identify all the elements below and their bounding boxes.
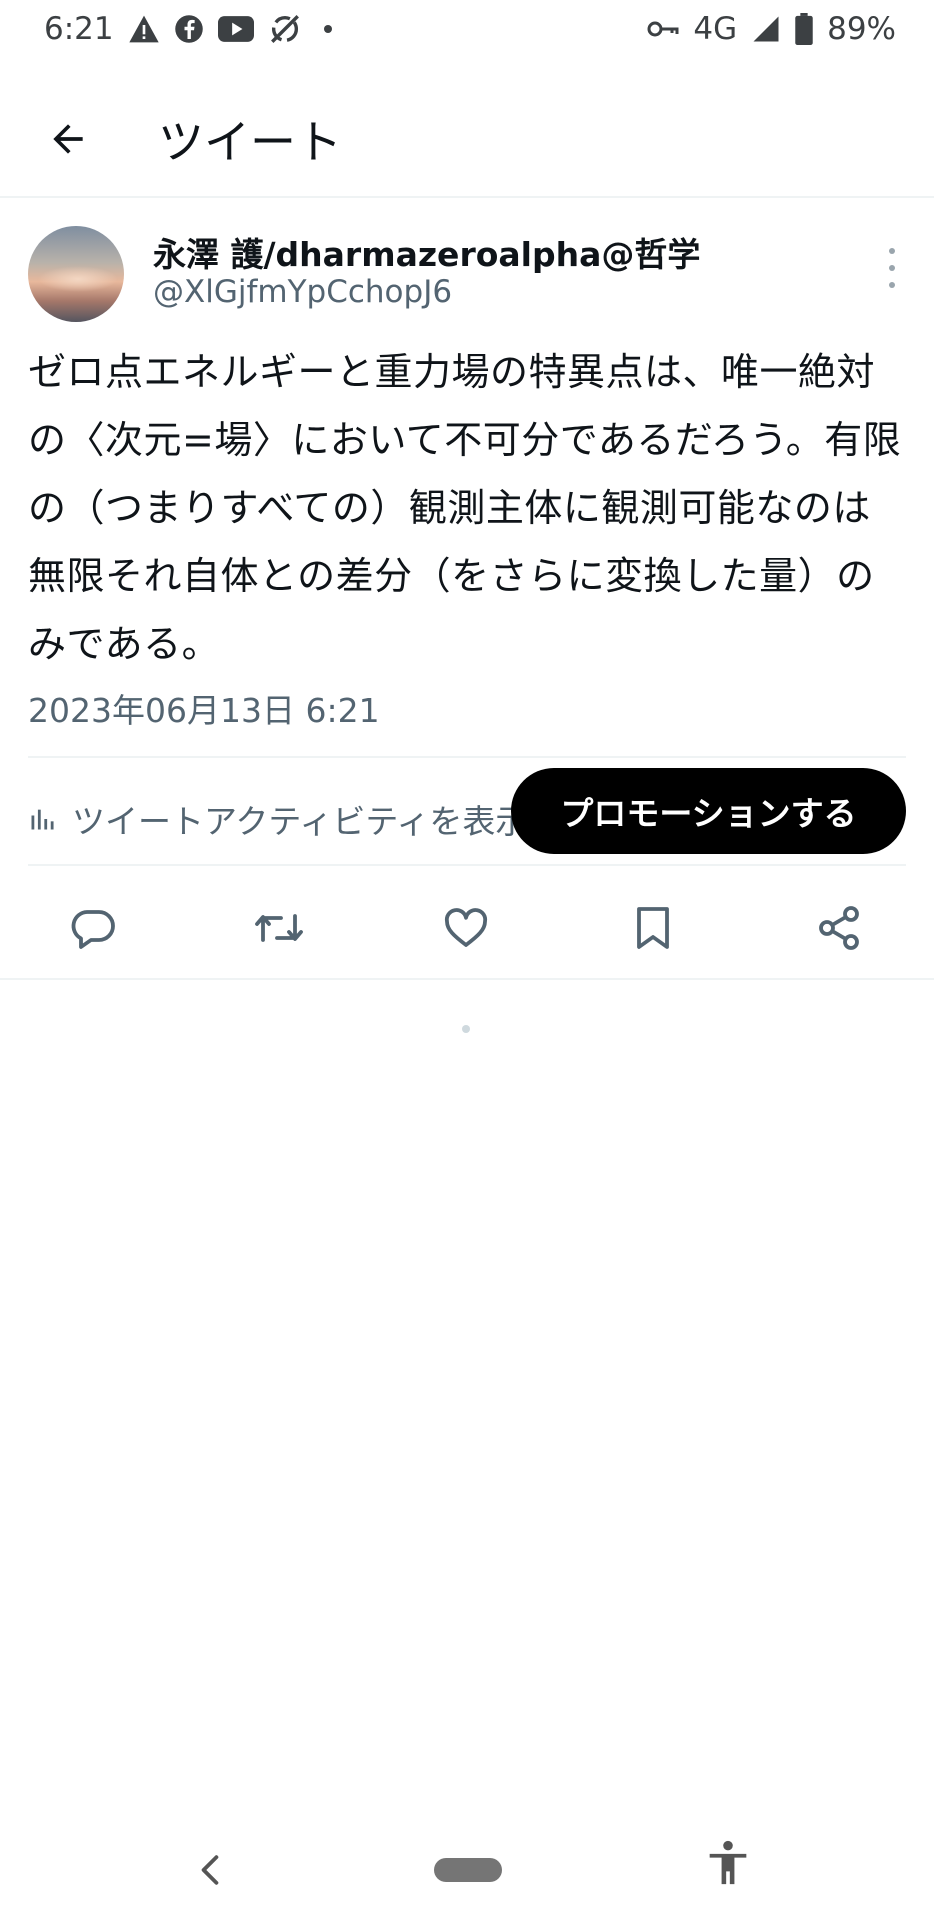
heart-icon <box>444 908 488 947</box>
status-bar-right: 4G 89% <box>647 11 896 47</box>
tweet-text: ゼロ点エネルギーと重力場の特異点は、唯一絶対の〈次元=場〉において不可分であるだ… <box>28 350 902 666</box>
battery-level: 89% <box>827 11 896 47</box>
like-button[interactable] <box>430 892 502 964</box>
tweet-activity-label: ツイートアクティビティを表示 <box>72 802 529 841</box>
divider <box>28 756 906 758</box>
reply-icon <box>71 910 115 949</box>
bookmark-button[interactable] <box>617 892 689 964</box>
loading-indicator <box>462 1025 470 1033</box>
share-button[interactable] <box>803 892 875 964</box>
retweet-button[interactable] <box>243 892 315 964</box>
tweet-timestamp[interactable]: 2023年06月13日 6:21 <box>28 684 380 732</box>
facebook-icon <box>174 14 204 44</box>
bar-chart-icon <box>31 809 54 830</box>
battery-icon <box>795 13 813 45</box>
more-vertical-icon <box>889 248 895 254</box>
signal-icon <box>751 14 781 44</box>
chevron-left-icon <box>201 1855 219 1885</box>
system-back-button[interactable] <box>190 1840 230 1900</box>
promote-button[interactable]: プロモーションする <box>511 768 906 854</box>
status-time: 6:21 <box>44 11 114 47</box>
app-bar: ツイート <box>0 82 934 198</box>
author-handle[interactable]: @XlGjfmYpCchopJ6 <box>153 274 452 310</box>
share-icon <box>819 906 859 950</box>
system-navigation-bar <box>0 1820 934 1920</box>
network-type: 4G <box>693 11 738 47</box>
system-home-button[interactable] <box>434 1858 502 1882</box>
divider <box>28 864 906 866</box>
author-name[interactable]: 永澤 護/dharmazeroalpha@哲学 <box>153 228 700 276</box>
bookmark-icon <box>637 907 669 949</box>
status-bar-left: 6:21 <box>44 11 332 47</box>
reply-button[interactable] <box>57 892 129 964</box>
section-divider <box>0 978 934 980</box>
vpn-key-icon <box>647 19 679 39</box>
warning-icon <box>128 14 160 44</box>
avatar[interactable] <box>28 226 124 322</box>
notification-dot-icon <box>323 25 332 33</box>
youtube-icon <box>217 15 254 43</box>
retweet-icon <box>255 914 303 942</box>
arrow-left-icon <box>53 124 83 154</box>
status-bar: 6:21 4G 89% <box>0 0 934 58</box>
accessibility-button[interactable] <box>702 1834 754 1894</box>
sync-off-icon <box>268 12 302 46</box>
tweet-activity-link[interactable]: ツイートアクティビティを表示 <box>28 774 588 864</box>
more-options-button[interactable] <box>880 248 904 288</box>
back-button[interactable] <box>30 101 106 177</box>
accessibility-icon <box>709 1840 747 1885</box>
page-title: ツイート <box>158 115 342 169</box>
tweet-action-bar <box>0 872 934 984</box>
